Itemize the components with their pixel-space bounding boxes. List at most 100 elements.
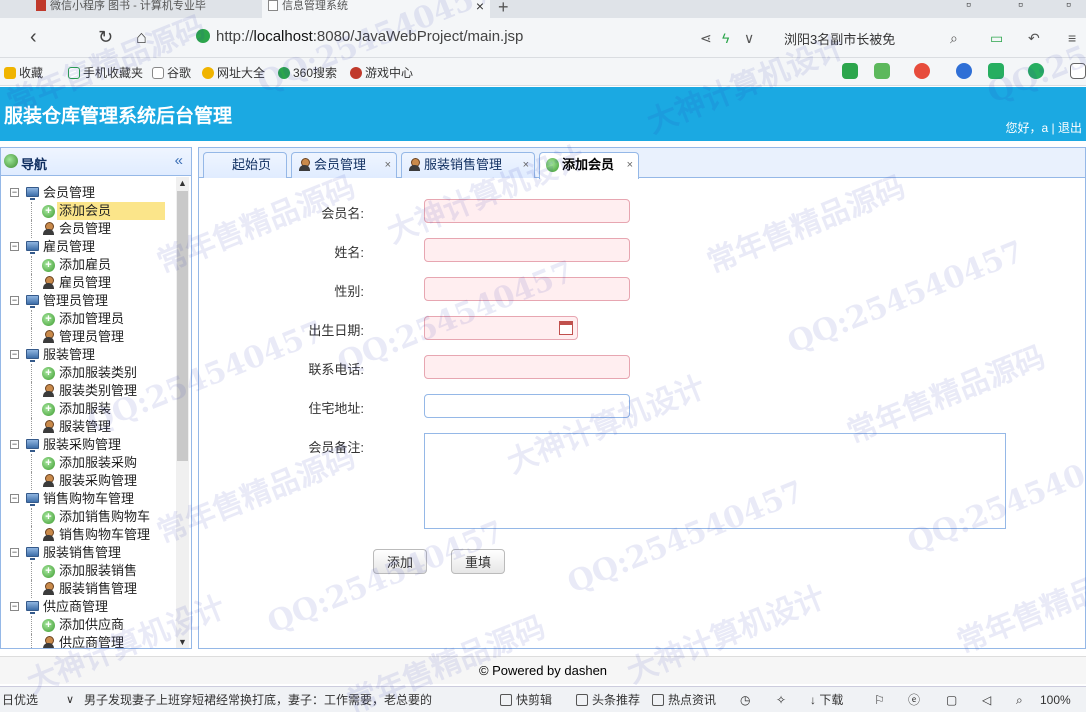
close-tab-icon[interactable]: × <box>523 153 529 177</box>
status-item-headline[interactable]: 头条推荐 <box>576 689 640 711</box>
status-volume-icon[interactable]: ◁ <box>982 689 991 711</box>
add-button[interactable]: 添加 <box>373 549 427 574</box>
new-tab-icon[interactable]: + <box>498 0 509 18</box>
nav-item[interactable]: 服装采购管理 <box>1 472 175 490</box>
collapse-icon[interactable]: « <box>175 152 183 169</box>
nav-item[interactable]: 服装管理 <box>1 418 175 436</box>
wechat-icon[interactable] <box>842 63 858 79</box>
minimize-icon[interactable]: ▫ <box>966 0 971 12</box>
search-icon[interactable]: ⌕ <box>950 30 958 47</box>
status-item-clip[interactable]: 快剪辑 <box>500 689 552 711</box>
close-tab-icon[interactable]: × <box>627 153 633 177</box>
logout-link[interactable]: 退出 <box>1058 121 1082 135</box>
nav-group[interactable]: − 服装采购管理 <box>1 436 175 454</box>
collapse-toggle-icon[interactable]: − <box>10 242 19 251</box>
nav-group[interactable]: − 会员管理 <box>1 184 175 202</box>
close-window-icon[interactable]: ▫ <box>1066 0 1071 12</box>
status-zoom-icon[interactable]: ⌕ <box>1016 689 1023 711</box>
birthday-input[interactable] <box>424 316 578 340</box>
browser-tab-1[interactable]: 微信小程序 图书 - 计算机专业毕 <box>30 0 258 18</box>
nav-item[interactable]: 雇员管理 <box>1 274 175 292</box>
status-item-download[interactable]: ↓ 下载 <box>810 689 843 711</box>
nav-item[interactable]: 服装销售管理 <box>1 580 175 598</box>
status-flag-icon[interactable]: ⚐ <box>874 689 885 711</box>
magnifier-icon[interactable] <box>956 63 972 79</box>
reset-button[interactable]: 重填 <box>451 549 505 574</box>
nav-item[interactable]: + 添加供应商 <box>1 616 175 634</box>
nav-item[interactable]: 会员管理 <box>1 220 175 238</box>
gender-input[interactable] <box>424 277 630 301</box>
username-input[interactable] <box>424 199 630 223</box>
status-browser-icon[interactable]: ⓔ <box>908 689 920 711</box>
home-icon[interactable]: ⌂ <box>136 26 147 48</box>
dropdown-icon[interactable]: ∨ <box>744 30 754 47</box>
bookmark-mobile[interactable]: 手机收藏夹 <box>68 64 143 81</box>
url-field[interactable]: http://localhost:8080/JavaWebProject/mai… <box>216 28 523 45</box>
collapse-toggle-icon[interactable]: − <box>10 440 19 449</box>
content-tab[interactable]: 添加会员 × <box>539 152 639 179</box>
nav-item[interactable]: + 添加管理员 <box>1 310 175 328</box>
maximize-icon[interactable]: ▫ <box>1018 0 1023 12</box>
bookmark-favorites[interactable]: 收藏 <box>4 64 43 81</box>
lightning-icon[interactable]: ϟ <box>722 30 729 46</box>
nav-group[interactable]: − 雇员管理 <box>1 238 175 256</box>
phone-input[interactable] <box>424 355 630 379</box>
status-window-icon[interactable]: ▢ <box>946 689 957 711</box>
browser-tab-2[interactable]: 信息管理系统 × <box>262 0 490 18</box>
nav-group[interactable]: − 管理员管理 <box>1 292 175 310</box>
bookmark-google[interactable]: 谷歌 <box>152 64 191 81</box>
scroll-down-icon[interactable]: ▼ <box>178 637 187 647</box>
collapse-toggle-icon[interactable]: − <box>10 548 19 557</box>
nav-item[interactable]: + 添加服装销售 <box>1 562 175 580</box>
undo-icon[interactable]: ↶ <box>1028 30 1040 47</box>
collapse-toggle-icon[interactable]: − <box>10 602 19 611</box>
content-tab[interactable]: 服装销售管理 × <box>401 152 535 178</box>
collapse-toggle-icon[interactable]: − <box>10 188 19 197</box>
nav-item[interactable]: + 添加销售购物车 <box>1 508 175 526</box>
calendar-icon[interactable] <box>559 321 573 335</box>
scissors-icon[interactable] <box>914 63 930 79</box>
nav-group[interactable]: − 服装管理 <box>1 346 175 364</box>
status-zoom[interactable]: 100% <box>1040 689 1071 711</box>
collapse-toggle-icon[interactable]: − <box>10 494 19 503</box>
collapse-toggle-icon[interactable]: − <box>10 296 19 305</box>
status-chevron-icon[interactable]: ∨ <box>66 689 74 711</box>
nav-item[interactable]: + 添加服装采购 <box>1 454 175 472</box>
news-snippet[interactable]: 浏阳3名副市长被免 <box>784 29 895 48</box>
back-icon[interactable]: ‹ <box>30 26 37 48</box>
nav-item[interactable]: 管理员管理 <box>1 328 175 346</box>
collapse-toggle-icon[interactable]: − <box>10 350 19 359</box>
bookmark-nav[interactable]: 网址大全 <box>202 64 265 81</box>
content-tab[interactable]: 会员管理 × <box>291 152 397 178</box>
share-icon[interactable]: ⋖ <box>700 30 712 47</box>
status-item-hot[interactable]: 热点资讯 <box>652 689 716 711</box>
nav-item[interactable]: + 添加会员 <box>1 202 175 220</box>
nav-item[interactable]: + 添加服装 <box>1 400 175 418</box>
bookmark-games[interactable]: 游戏中心 <box>350 64 413 81</box>
menu-icon[interactable]: ≡ <box>1068 30 1076 46</box>
content-tab[interactable]: 起始页 <box>203 152 287 178</box>
reload-icon[interactable]: ↻ <box>98 26 113 48</box>
scroll-up-icon[interactable]: ▲ <box>178 178 187 188</box>
realname-input[interactable] <box>424 238 630 262</box>
nav-group[interactable]: − 供应商管理 <box>1 598 175 616</box>
status-left[interactable]: 日优选 <box>2 689 38 711</box>
address-input[interactable] <box>424 394 630 418</box>
memo-textarea[interactable] <box>424 433 1006 529</box>
nav-group[interactable]: − 服装销售管理 <box>1 544 175 562</box>
nav-item[interactable]: + 添加服装类别 <box>1 364 175 382</box>
scrollbar-thumb[interactable] <box>177 191 188 461</box>
bookmark-360[interactable]: 360搜索 <box>278 64 337 81</box>
nav-item[interactable]: 销售购物车管理 <box>1 526 175 544</box>
close-tab-icon[interactable]: × <box>476 0 484 13</box>
nav-item[interactable]: 服装类别管理 <box>1 382 175 400</box>
nav-scrollbar[interactable]: ▲ ▼ <box>176 177 189 648</box>
gamepad-icon[interactable] <box>988 63 1004 79</box>
nav-item[interactable]: + 添加雇员 <box>1 256 175 274</box>
extension-icon[interactable] <box>874 63 890 79</box>
status-pin-icon[interactable]: ✧ <box>776 689 786 711</box>
nav-item[interactable]: 供应商管理 <box>1 634 175 648</box>
status-news[interactable]: 男子发现妻子上班穿短裙经常换打底，妻子：工作需要，老总要的 <box>84 689 464 711</box>
yen-icon[interactable] <box>1028 63 1044 79</box>
status-speed-icon[interactable]: ◷ <box>740 689 750 711</box>
